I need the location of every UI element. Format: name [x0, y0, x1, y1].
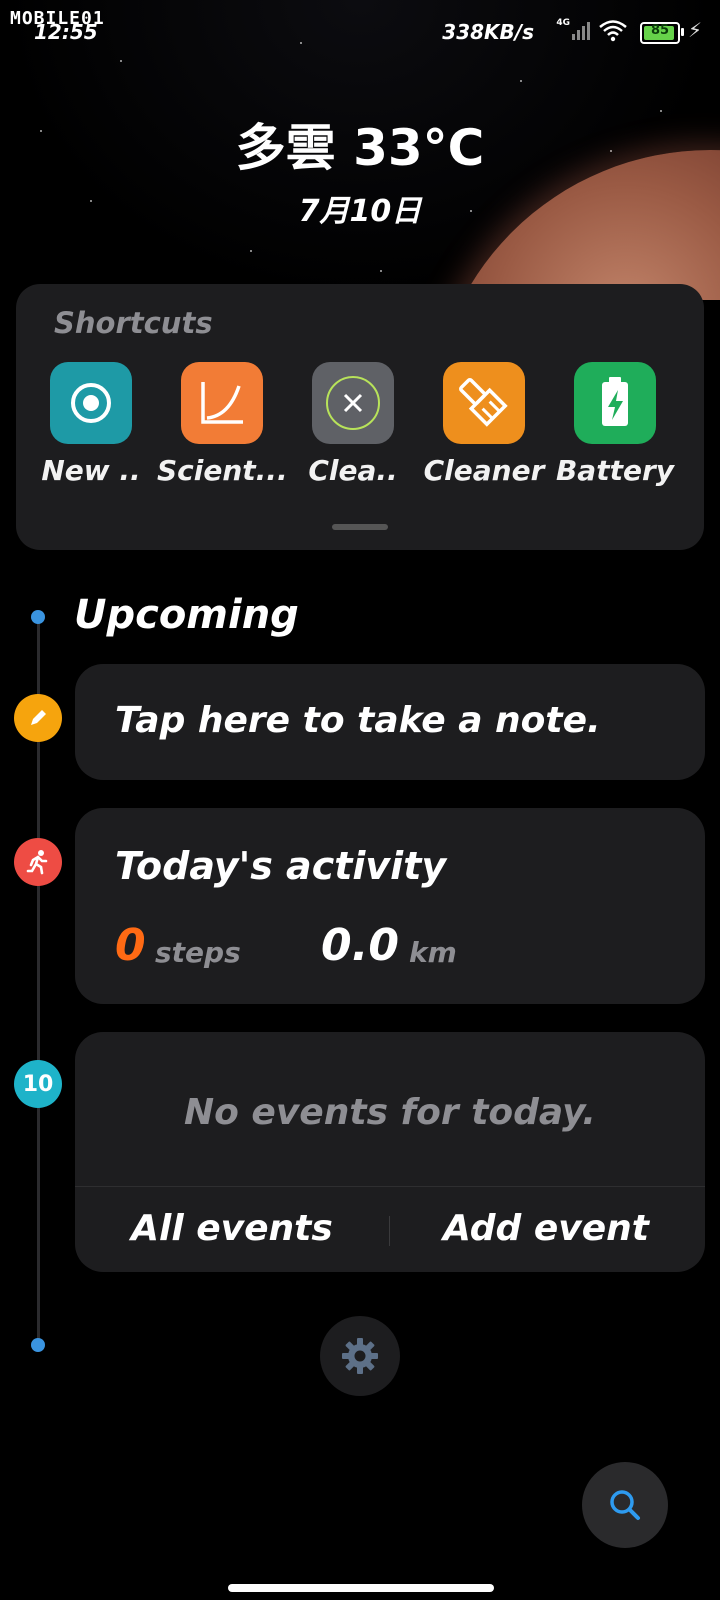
shortcut-label: New .. — [41, 454, 141, 487]
status-time: 12:55 — [34, 20, 98, 44]
shortcut-clear[interactable]: Clea.. — [288, 362, 418, 487]
shortcut-battery[interactable]: Battery — [550, 362, 680, 487]
search-button[interactable] — [582, 1462, 668, 1548]
distance-unit: km — [409, 936, 457, 969]
drag-handle[interactable] — [332, 524, 388, 530]
pencil-icon — [31, 710, 46, 725]
events-card: No events for today. All events Add even… — [75, 1032, 705, 1272]
activity-card[interactable]: Today's activity 0 steps 0.0 km — [75, 808, 705, 1004]
all-events-button[interactable]: All events — [75, 1208, 389, 1249]
wifi-icon — [599, 20, 627, 42]
battery-level: 85 — [650, 23, 670, 38]
steps-count: 0 — [115, 920, 146, 971]
shortcut-scientific[interactable]: Scient... — [157, 362, 288, 487]
shortcut-label: Battery — [555, 454, 675, 487]
search-icon — [610, 1490, 640, 1520]
shortcut-label: Clea.. — [308, 454, 398, 487]
note-badge — [14, 694, 62, 742]
battery-icon — [574, 362, 656, 444]
shortcut-label: Scient... — [157, 454, 288, 487]
shortcuts-title: Shortcuts — [54, 306, 213, 340]
timeline-start-dot — [31, 610, 45, 624]
distance-value: 0.0 — [321, 920, 399, 971]
weather-summary[interactable]: 多雲 33°C — [0, 108, 720, 180]
note-card[interactable]: Tap here to take a note. — [75, 664, 705, 780]
status-bar: MOBILE01 12:55 338KB/s 4G 85 ⚡ — [0, 0, 720, 60]
shortcut-recorder[interactable]: New .. — [26, 362, 156, 487]
clear-icon — [312, 362, 394, 444]
divider — [75, 1186, 705, 1187]
charging-icon: ⚡ — [687, 18, 702, 42]
shortcuts-card: Shortcuts New .. Scient... Clea.. Cleane… — [16, 284, 704, 550]
timeline-end-dot — [31, 1338, 45, 1352]
steps-unit: steps — [155, 936, 241, 969]
settings-button[interactable] — [320, 1316, 400, 1396]
record-icon — [50, 362, 132, 444]
network-type: 4G — [556, 18, 570, 28]
battery-indicator: 85 — [640, 22, 684, 44]
upcoming-heading: Upcoming — [74, 592, 299, 638]
shortcut-cleaner[interactable]: Cleaner — [419, 362, 549, 487]
broom-icon — [443, 362, 525, 444]
activity-badge — [14, 838, 62, 886]
add-event-button[interactable]: Add event — [389, 1208, 703, 1249]
running-icon — [26, 850, 48, 875]
graph-icon — [181, 362, 263, 444]
date-label: 7月10日 — [298, 194, 422, 229]
network-speed: 338KB/s — [442, 20, 534, 44]
note-prompt: Tap here to take a note. — [115, 700, 601, 741]
gear-icon — [342, 1338, 378, 1374]
no-events-text: No events for today. — [184, 1092, 596, 1133]
home-indicator[interactable] — [228, 1584, 494, 1592]
shortcut-label: Cleaner — [423, 454, 545, 487]
calendar-day-badge: 10 — [14, 1060, 62, 1108]
activity-title: Today's activity — [115, 844, 447, 888]
signal-icon — [572, 20, 590, 40]
